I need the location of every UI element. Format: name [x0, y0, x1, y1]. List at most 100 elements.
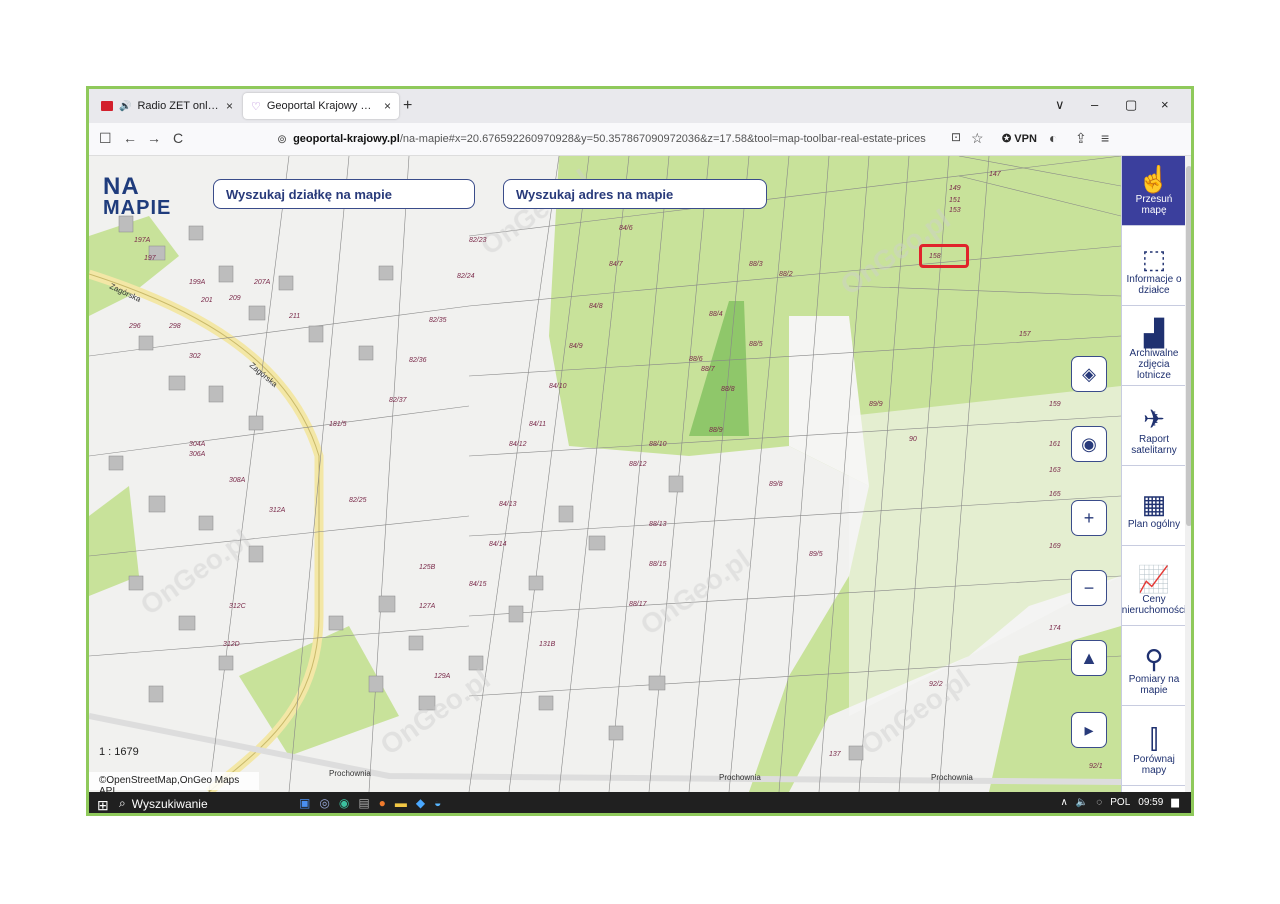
zoom-out-button[interactable]: − [1071, 570, 1107, 606]
sidebar-toggle-icon[interactable]: ☐ [99, 130, 112, 147]
zoom-in-button[interactable]: + [1071, 500, 1107, 536]
site-info-icon[interactable]: ⊚ [277, 132, 287, 146]
tab-close-icon[interactable]: × [226, 99, 233, 113]
tab-radio-zet[interactable]: 🔊 Radio ZET online - muzyczn × [93, 93, 241, 119]
tool-pan-map[interactable]: ☝ Przesuń mapę [1122, 156, 1186, 226]
word-app-icon[interactable]: ▣ [299, 796, 310, 810]
street-label-prochownia: Prochownia [719, 773, 761, 782]
tab-list-icon[interactable]: ∨ [1055, 97, 1065, 113]
north-arrow-button[interactable]: ▲ [1071, 640, 1107, 676]
parcel-number-label: 169 [1049, 543, 1061, 550]
address-bar[interactable]: ⊚ geoportal-krajowy.pl/na-mapie#x=20.676… [277, 129, 987, 149]
edge-app-icon[interactable]: ◒ [434, 796, 441, 810]
tab-geoportal[interactable]: ♡ Geoportal Krajowy mapy i infor × [243, 93, 399, 119]
menu-icon[interactable]: ≡ [1101, 130, 1109, 146]
layers-icon: ◈ [1082, 363, 1096, 384]
parcel-number-label: 88/4 [709, 311, 723, 318]
compare-icon: ⫿ [1149, 723, 1159, 754]
chevron-up-icon[interactable]: ∧ [1061, 797, 1068, 808]
scrollbar-thumb[interactable] [1186, 166, 1191, 526]
parcel-number-label: 149 [949, 185, 961, 192]
maximize-button[interactable]: ▢ [1125, 97, 1137, 113]
save-page-icon[interactable]: ⊡ [951, 130, 961, 144]
taskbar-search[interactable]: ⌕ Wyszukiwanie [119, 796, 208, 811]
tool-measure[interactable]: ⚲ Pomiary na mapie [1122, 636, 1186, 706]
measure-icon: ⚲ [1144, 643, 1164, 674]
notifications-icon[interactable]: ▆ [1171, 797, 1179, 808]
firefox-app-icon[interactable]: ● [379, 796, 386, 810]
windows-start-icon[interactable]: ⊞ [97, 797, 109, 813]
search-address-input[interactable]: Wyszukaj adres na mapie [503, 179, 767, 209]
clock[interactable]: 09:59 [1138, 797, 1163, 808]
speaker-icon[interactable]: 🔊 [119, 101, 131, 112]
tool-aerial-photos[interactable]: ▟ Archiwalne zdjęcia lotnicze [1122, 316, 1186, 386]
tool-general-plan[interactable]: ▦ Plan ogólny [1122, 476, 1186, 546]
parcel-number-label: 84/14 [489, 541, 507, 548]
parcel-number-label: 88/13 [649, 521, 667, 528]
parcel-number-label: 181/5 [329, 421, 347, 428]
back-button[interactable]: ← [123, 130, 137, 146]
locate-button[interactable]: ◉ [1071, 426, 1107, 462]
taskbar-search-label: Wyszukiwanie [131, 796, 208, 811]
extension-icon[interactable]: ◐ [1049, 130, 1057, 146]
parcel-number-label: 88/3 [749, 261, 763, 268]
new-tab-button[interactable]: + [403, 97, 412, 115]
tool-label: Porównaj mapy [1133, 753, 1175, 776]
calculator-app-icon[interactable]: ▤ [358, 796, 369, 810]
parcel-number-label: 90 [909, 436, 917, 443]
settings-app-icon[interactable]: ◎ [319, 796, 329, 810]
share-icon[interactable]: ⇪ [1075, 130, 1087, 147]
parcel-number-label: 88/12 [629, 461, 647, 468]
parcel-number-label: 88/17 [629, 601, 648, 608]
parcel-number-label: 197 [144, 255, 157, 262]
search-parcel-input[interactable]: Wyszukaj działkę na mapie [213, 179, 475, 209]
parcel-number-label: 151 [949, 197, 961, 204]
volume-icon[interactable]: 🔈 [1076, 797, 1088, 808]
expand-button[interactable]: ▸ [1071, 712, 1107, 748]
chrome-app-icon[interactable]: ◆ [416, 796, 425, 810]
parcel-number-label: 88/8 [721, 386, 735, 393]
vpn-label: VPN [1014, 133, 1037, 145]
bookmark-star-icon[interactable]: ☆ [971, 130, 984, 147]
network-icon[interactable]: ◌ [1096, 797, 1102, 808]
system-tray: ∧ 🔈 ◌ POL 09:59 ▆ [1061, 797, 1179, 808]
tool-parcel-info[interactable]: ⬚ Informacje o działce [1122, 236, 1186, 306]
parcel-number-label: 211 [288, 313, 300, 320]
navigation-bar: ☐ ← → C ⊚ geoportal-krajowy.pl/na-mapie#… [89, 123, 1191, 156]
parcel-number-label: 161 [1049, 441, 1061, 448]
parcel-number-label: 197A [134, 237, 151, 244]
parcel-number-label: 84/13 [499, 501, 517, 508]
close-window-button[interactable]: × [1161, 97, 1169, 112]
vpn-button[interactable]: ✪ VPN [1002, 132, 1037, 145]
parcel-number-label: 88/6 [689, 356, 703, 363]
parcel-number-label: 89/8 [769, 481, 783, 488]
map-attribution[interactable]: ©OpenStreetMap,OnGeo Maps API [89, 772, 259, 792]
parcel-number-label: 304A [189, 441, 206, 448]
parcel-number-label: 201 [200, 297, 213, 304]
na-mapie-logo[interactable]: NA MAPIE [103, 175, 171, 218]
tool-label: Archiwalne zdjęcia lotnicze [1129, 348, 1179, 381]
parcel-number-label: 89/5 [809, 551, 823, 558]
tool-satellite-report[interactable]: ✈ Raport satelitarny [1122, 396, 1186, 466]
minimize-button[interactable]: – [1091, 97, 1098, 112]
reload-button[interactable]: C [173, 130, 183, 146]
parcel-number-label: 157 [1019, 331, 1032, 338]
parcel-number-label: 84/11 [529, 421, 546, 428]
tool-real-estate-prices[interactable]: 📈 Ceny nieruchomości [1122, 556, 1186, 626]
forward-button[interactable]: → [147, 130, 161, 146]
edge-app-icon[interactable]: ◉ [339, 796, 349, 810]
parcel-number-label: 153 [949, 207, 961, 214]
url-path: /na-mapie#x=20.676592260970928&y=50.3578… [399, 133, 926, 145]
layers-button[interactable]: ◈ [1071, 356, 1107, 392]
tab-close-icon[interactable]: × [384, 99, 391, 113]
parcel-number-label: 82/37 [389, 397, 408, 404]
chevron-right-icon: ▸ [1084, 719, 1094, 740]
parcel-number-label: 84/8 [589, 303, 603, 310]
explorer-app-icon[interactable]: ▬ [395, 796, 407, 810]
parcel-number-label: 165 [1049, 491, 1061, 498]
parcel-number-label: 82/35 [429, 317, 447, 324]
language-indicator[interactable]: POL [1110, 797, 1130, 808]
tool-compare-maps[interactable]: ⫿ Porównaj mapy [1122, 716, 1186, 786]
map-canvas[interactable]: OnGeo.pl OnGeo.pl OnGeo.pl OnGeo.pl OnGe… [89, 156, 1121, 792]
toolbar-scrollbar[interactable] [1185, 156, 1191, 792]
